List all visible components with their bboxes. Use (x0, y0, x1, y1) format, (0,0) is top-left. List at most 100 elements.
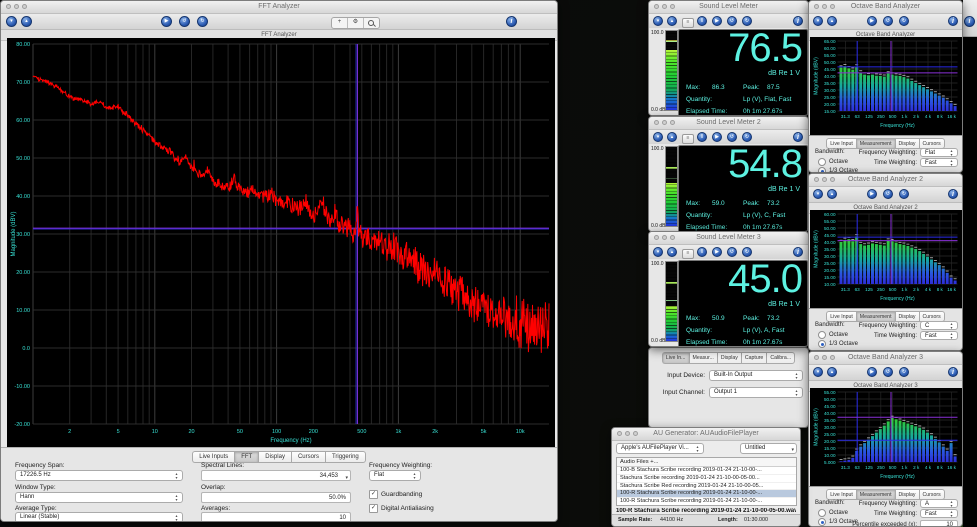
au-preset-select[interactable]: Apple's AUFilePlayer Vi... ▴▾ (616, 443, 704, 454)
tab-measurement[interactable]: Measurement (856, 311, 895, 322)
titlebar[interactable]: Sound Level Meter (649, 1, 808, 14)
zoom-in-button[interactable]: ▴ (21, 16, 32, 27)
minimize-button[interactable] (822, 355, 827, 360)
input-channel-select[interactable]: Output 1 ▴▾ (709, 387, 803, 398)
play-button[interactable]: ▶ (712, 16, 722, 26)
frequency-span-select[interactable]: 17226.5 Hz ▴▾ (15, 470, 183, 481)
octave-band-plot[interactable]: 55.0050.0045.0040.0035.0030.0025.0020.00… (810, 388, 962, 486)
tab-live-input[interactable]: Live Input (826, 489, 856, 500)
maximize-button[interactable] (633, 431, 638, 436)
minimize-button[interactable] (822, 177, 827, 182)
titlebar[interactable]: FFT Analyzer (1, 1, 557, 14)
titlebar[interactable]: Octave Band Analyzer (809, 1, 962, 14)
tab-live-in[interactable]: Live In... (662, 352, 689, 364)
play-button[interactable]: ▶ (161, 16, 172, 27)
restart-button[interactable]: ↺ (727, 16, 737, 26)
frequency-weighting-select[interactable]: Flat ▴▾ (369, 470, 421, 481)
play-button[interactable]: ▶ (867, 367, 877, 377)
zoom-in-button[interactable]: ▴ (827, 189, 837, 199)
time-weighting-select[interactable]: Fast ▴▾ (920, 158, 958, 167)
zoom-out-button[interactable]: ▾ (813, 189, 823, 199)
octave-band-chart[interactable]: 55.0050.0045.0040.0035.0030.0025.0020.00… (810, 388, 962, 486)
tab-display[interactable]: Display (895, 311, 919, 322)
zoom-out-button[interactable]: ▾ (6, 16, 17, 27)
info-button[interactable]: i (793, 16, 803, 26)
guardbanding-checkbox[interactable]: ✓ Guardbanding (369, 490, 422, 499)
play-button[interactable]: ▶ (867, 16, 877, 26)
maximize-button[interactable] (670, 120, 675, 125)
maximize-button[interactable] (22, 4, 27, 9)
average-type-select[interactable]: Linear (Stable) ▴▾ (15, 512, 183, 522)
list-item[interactable]: Stachura Scribe Red recording 2019-01-24… (617, 483, 796, 491)
info-button[interactable]: i (506, 16, 517, 27)
restart-button[interactable]: ↺ (883, 16, 893, 26)
play-button[interactable]: ▶ (712, 247, 722, 257)
list-item[interactable]: 100-R Stachura Scribe recording 2019-01-… (617, 490, 796, 498)
info-button[interactable]: i (793, 247, 803, 257)
info-button[interactable]: i (948, 189, 958, 199)
tab-measurement[interactable]: Measurement (856, 489, 895, 500)
spectral-lines-combo[interactable]: 34,453 ▾ (201, 470, 351, 481)
list-item[interactable]: Stachura Scribe recording 2019-01-24 21-… (617, 475, 796, 483)
maximize-button[interactable] (830, 177, 835, 182)
close-button[interactable] (6, 4, 11, 9)
tab-live-input[interactable]: Live Input (826, 311, 856, 322)
info-icon[interactable]: i (964, 16, 975, 27)
tab-calibra[interactable]: Calibra... (766, 352, 795, 364)
close-button[interactable] (654, 120, 659, 125)
minimize-button[interactable] (662, 120, 667, 125)
time-weighting-select[interactable]: Fast ▴▾ (920, 509, 958, 518)
octave-radio[interactable]: Octave (818, 331, 848, 339)
octave-band-plot[interactable]: 65.0060.0055.0050.0045.0040.0035.0030.00… (810, 37, 962, 135)
tab-display[interactable]: Display (895, 489, 919, 500)
zoom-in-button[interactable]: ▴ (667, 247, 677, 257)
tab-live-input[interactable]: Live Input (826, 138, 856, 149)
pause-button[interactable]: ‖ (697, 132, 707, 142)
tab-measurement[interactable]: Measurement (856, 138, 895, 149)
refresh-button[interactable]: ↻ (742, 16, 752, 26)
maximize-button[interactable] (830, 4, 835, 9)
play-button[interactable]: ▶ (712, 132, 722, 142)
zoom-in-button[interactable]: ▴ (667, 16, 677, 26)
minimize-button[interactable] (662, 235, 667, 240)
titlebar[interactable]: Sound Level Meter 2 (649, 117, 808, 130)
maximize-button[interactable] (830, 355, 835, 360)
input-device-select[interactable]: Built-In Output ▴▾ (709, 370, 803, 381)
refresh-button[interactable]: ↻ (742, 247, 752, 257)
tab-display[interactable]: Display (895, 138, 919, 149)
play-button[interactable]: ▶ (867, 189, 877, 199)
audio-file-list-header[interactable]: Audio Files +... (617, 458, 796, 467)
minimize-button[interactable] (662, 4, 667, 9)
close-button[interactable] (617, 431, 622, 436)
titlebar[interactable]: Octave Band Analyzer 2 (809, 174, 962, 187)
restart-button[interactable]: ↺ (179, 16, 190, 27)
overlap-field[interactable]: 50.0% (201, 492, 351, 503)
zoom-out-button[interactable]: ▾ (653, 247, 663, 257)
close-button[interactable] (814, 177, 819, 182)
zoom-out-button[interactable]: ▾ (813, 367, 823, 377)
zoom-in-button[interactable]: ▴ (827, 367, 837, 377)
minimize-button[interactable] (14, 4, 19, 9)
restart-button[interactable]: ↺ (727, 247, 737, 257)
titlebar[interactable]: Octave Band Analyzer 3 (809, 352, 962, 365)
info-button[interactable]: i (948, 16, 958, 26)
meter-options-icon[interactable]: ≡ (682, 249, 694, 259)
tab-capture[interactable]: Capture (741, 352, 766, 364)
averages-field[interactable]: 10 (201, 512, 351, 522)
close-button[interactable] (654, 4, 659, 9)
info-button[interactable]: i (948, 367, 958, 377)
zoom-tool-button[interactable] (364, 18, 379, 28)
meter-options-icon[interactable]: ≡ (682, 18, 694, 28)
close-button[interactable] (654, 235, 659, 240)
digital-antialiasing-checkbox[interactable]: ✓ Digital Antialiasing (369, 504, 434, 513)
restart-button[interactable]: ↺ (883, 189, 893, 199)
zoom-out-button[interactable]: ▾ (653, 132, 663, 142)
refresh-button[interactable]: ↻ (899, 189, 909, 199)
octave-radio[interactable]: Octave (818, 509, 848, 517)
zoom-out-button[interactable]: ▾ (653, 16, 663, 26)
close-button[interactable] (814, 4, 819, 9)
close-button[interactable] (814, 355, 819, 360)
au-untitled-select[interactable]: Untitled ▾ (740, 443, 797, 454)
restart-button[interactable]: ↺ (727, 132, 737, 142)
info-button[interactable]: i (793, 132, 803, 142)
